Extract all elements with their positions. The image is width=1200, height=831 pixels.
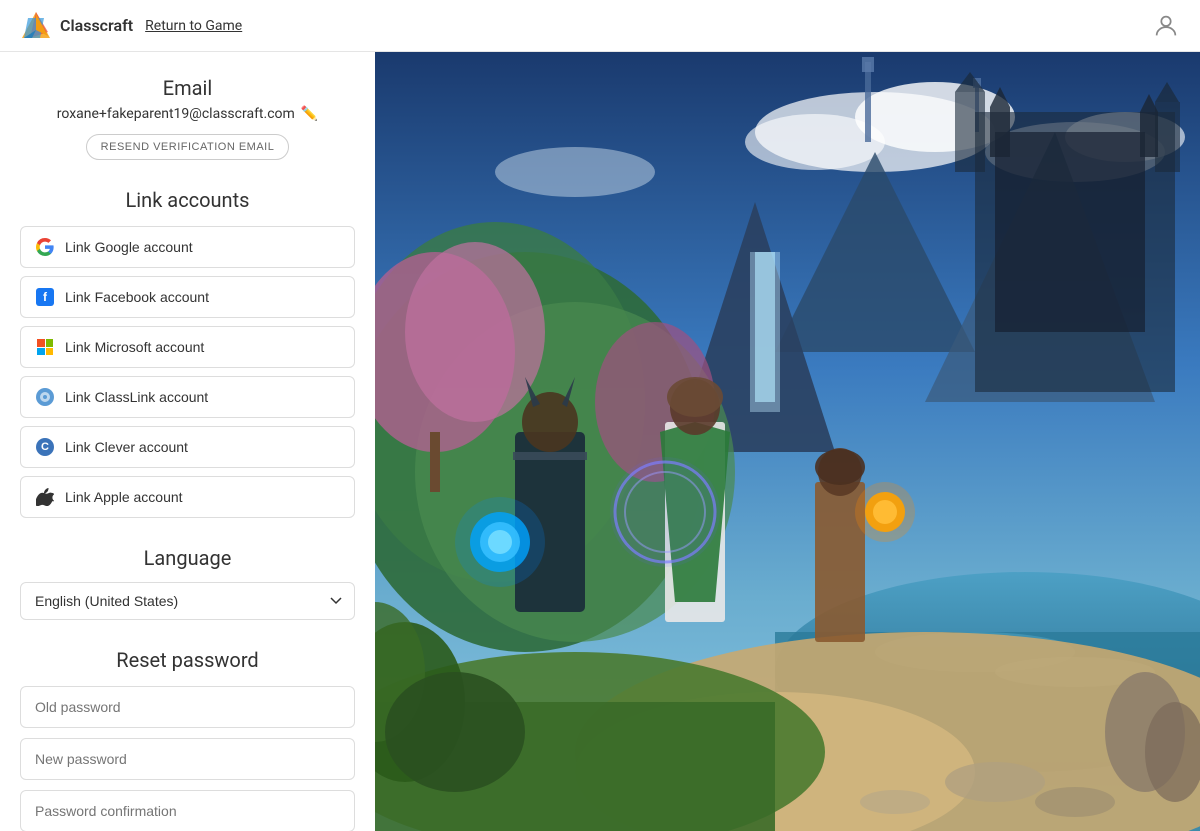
old-password-input[interactable]: [20, 686, 355, 728]
clever-icon-circle: C: [36, 438, 54, 456]
logo-text: Classcraft: [60, 16, 133, 35]
language-select[interactable]: English (United States) French Spanish P…: [20, 582, 355, 620]
language-title: Language: [20, 546, 355, 570]
facebook-icon-circle: f: [36, 288, 54, 306]
ms-green: [46, 339, 54, 347]
link-classlink-label: Link ClassLink account: [65, 389, 208, 405]
link-microsoft-label: Link Microsoft account: [65, 339, 204, 355]
hero-image: [375, 52, 1200, 831]
password-confirmation-input[interactable]: [20, 790, 355, 831]
link-accounts-title: Link accounts: [20, 188, 355, 212]
main-layout: Email roxane+fakeparent19@classcraft.com…: [0, 52, 1200, 831]
email-title: Email: [20, 76, 355, 100]
ms-blue: [37, 348, 45, 356]
ms-yellow: [46, 348, 54, 356]
link-apple-label: Link Apple account: [65, 489, 183, 505]
logo: Classcraft: [20, 10, 133, 42]
link-google-label: Link Google account: [65, 239, 193, 255]
language-section: Language English (United States) French …: [20, 546, 355, 620]
email-address-row: roxane+fakeparent19@classcraft.com ✏️: [20, 106, 355, 122]
link-clever-label: Link Clever account: [65, 439, 188, 455]
resend-verification-button[interactable]: RESEND VERIFICATION EMAIL: [86, 134, 290, 160]
email-section: Email roxane+fakeparent19@classcraft.com…: [20, 76, 355, 160]
reset-password-section: Reset password: [20, 648, 355, 831]
edit-icon[interactable]: ✏️: [301, 106, 318, 122]
user-icon[interactable]: [1152, 12, 1180, 40]
ms-red: [37, 339, 45, 347]
return-to-game-link[interactable]: Return to Game: [145, 18, 242, 34]
email-value: roxane+fakeparent19@classcraft.com: [57, 106, 295, 122]
reset-password-title: Reset password: [20, 648, 355, 672]
link-google-button[interactable]: Link Google account: [20, 226, 355, 268]
link-facebook-label: Link Facebook account: [65, 289, 209, 305]
classlink-icon: [35, 387, 55, 407]
google-icon: [35, 237, 55, 257]
link-clever-button[interactable]: C Link Clever account: [20, 426, 355, 468]
link-apple-button[interactable]: Link Apple account: [20, 476, 355, 518]
right-panel: [375, 52, 1200, 831]
header-right: [1152, 12, 1180, 40]
apple-icon: [35, 487, 55, 507]
microsoft-icon: [35, 337, 55, 357]
microsoft-grid-icon: [37, 339, 53, 355]
clever-icon: C: [35, 437, 55, 457]
facebook-icon: f: [35, 287, 55, 307]
link-microsoft-button[interactable]: Link Microsoft account: [20, 326, 355, 368]
link-accounts-section: Link accounts Link Google account f: [20, 188, 355, 518]
left-panel: Email roxane+fakeparent19@classcraft.com…: [0, 52, 375, 831]
header: Classcraft Return to Game: [0, 0, 1200, 52]
new-password-input[interactable]: [20, 738, 355, 780]
link-classlink-button[interactable]: Link ClassLink account: [20, 376, 355, 418]
header-left: Classcraft Return to Game: [20, 10, 242, 42]
classcraft-logo-icon: [20, 10, 52, 42]
link-facebook-button[interactable]: f Link Facebook account: [20, 276, 355, 318]
